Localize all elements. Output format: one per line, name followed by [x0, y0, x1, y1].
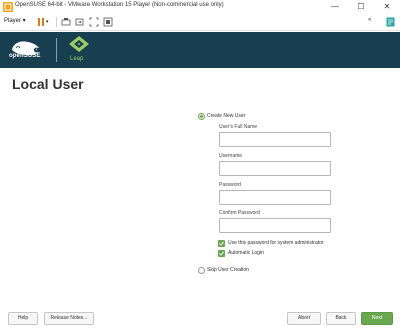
header-divider — [56, 38, 57, 62]
maximize-button[interactable]: ☐ — [348, 0, 374, 14]
installer-header: openSUSE Leap — [0, 32, 400, 68]
vm-toolbar: Player ▾ ▾ « — [0, 14, 400, 31]
admin-password-label[interactable]: Use this password for system administrat… — [228, 240, 324, 246]
window-title-bar: OpenSUSE 64-bit - VMware Workstation 15 … — [0, 0, 400, 14]
back-button[interactable]: Back — [326, 312, 356, 325]
username-label: Username — [219, 153, 243, 159]
pause-icon[interactable] — [36, 17, 46, 27]
fullscreen-icon[interactable] — [89, 17, 99, 27]
toolbar-separator — [56, 17, 57, 27]
skip-user-creation-radio[interactable] — [198, 267, 205, 274]
admin-password-checkbox[interactable] — [218, 240, 225, 247]
window-title: OpenSUSE 64-bit - VMware Workstation 15 … — [15, 2, 224, 8]
release-notes-button[interactable]: Release Notes... — [44, 312, 94, 325]
vmware-app-icon — [3, 2, 13, 12]
password-field[interactable] — [219, 190, 331, 205]
help-button[interactable]: Help — [8, 312, 38, 325]
leap-logo — [69, 36, 89, 52]
create-new-user-radio[interactable] — [198, 113, 205, 120]
skip-user-creation-label[interactable]: Skip User Creation — [207, 267, 249, 273]
automatic-login-label[interactable]: Automatic Login — [228, 250, 264, 256]
full-name-label: User's Full Name — [219, 124, 258, 130]
leap-wordmark: Leap — [70, 56, 84, 62]
player-menu[interactable]: Player ▾ — [4, 17, 26, 24]
notes-icon[interactable] — [386, 17, 395, 27]
minimize-button[interactable]: — — [322, 0, 348, 14]
full-name-field[interactable] — [219, 132, 331, 147]
next-button[interactable]: Next — [361, 312, 393, 325]
username-field[interactable] — [219, 161, 331, 176]
confirm-password-field[interactable] — [219, 218, 331, 233]
confirm-password-label: Confirm Password — [219, 210, 260, 216]
check-icon — [219, 241, 224, 246]
page-title: Local User — [12, 76, 84, 92]
create-new-user-label[interactable]: Create New User — [207, 113, 245, 119]
close-button[interactable]: ✕ — [374, 0, 400, 14]
check-icon — [219, 251, 224, 256]
send-keys-icon[interactable] — [61, 17, 71, 27]
collapse-toolbar-icon[interactable]: « — [368, 17, 371, 23]
opensuse-wordmark: openSUSE — [9, 53, 41, 59]
pause-dropdown-icon[interactable]: ▾ — [46, 17, 56, 27]
unity-icon[interactable] — [103, 17, 113, 27]
password-label: Password — [219, 182, 241, 188]
removable-devices-icon[interactable] — [75, 17, 85, 27]
abort-button[interactable]: Abort — [287, 312, 321, 325]
automatic-login-checkbox[interactable] — [218, 250, 225, 257]
